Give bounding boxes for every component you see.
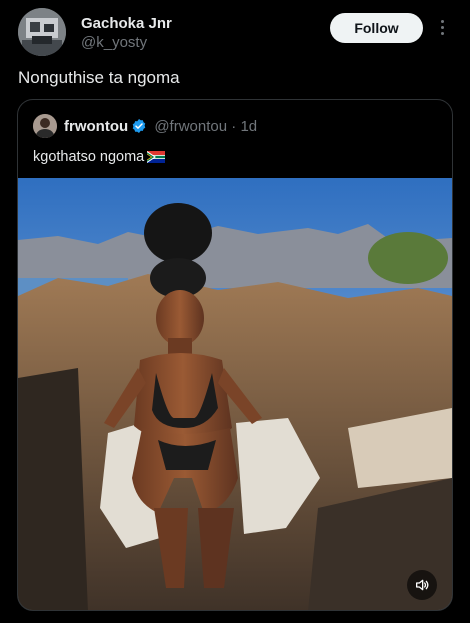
author-name[interactable]: Gachoka Jnr [81, 15, 172, 32]
quoted-author-handle[interactable]: @frwontou [154, 118, 227, 135]
follow-button[interactable]: Follow [330, 13, 423, 43]
verified-badge-icon [132, 119, 146, 133]
quoted-post-time[interactable]: 1d [240, 118, 257, 135]
south-africa-flag-icon [147, 151, 166, 163]
quoted-author-name[interactable]: frwontou [64, 118, 128, 135]
author-handle[interactable]: @k_yosty [81, 34, 147, 51]
author-avatar[interactable] [18, 8, 66, 56]
quoted-post-header: frwontou @frwontou · 1d [64, 118, 257, 135]
quoted-author-avatar[interactable] [33, 114, 57, 138]
post-text: Nonguthise ta ngoma [18, 68, 180, 87]
video-frame [18, 178, 452, 610]
post-container: Gachoka Jnr @k_yosty Follow Nonguthise t… [0, 0, 470, 623]
volume-icon [416, 579, 429, 591]
quoted-post-text: kgothatso ngoma [33, 149, 145, 165]
volume-button[interactable] [407, 570, 437, 600]
quoted-post-text-row: kgothatso ngoma [33, 149, 166, 165]
quoted-post[interactable]: frwontou @frwontou · 1d kgothatso ngoma [17, 99, 453, 611]
separator-dot: · [231, 118, 237, 135]
more-options-icon[interactable] [434, 14, 450, 40]
video-media[interactable] [18, 178, 452, 610]
